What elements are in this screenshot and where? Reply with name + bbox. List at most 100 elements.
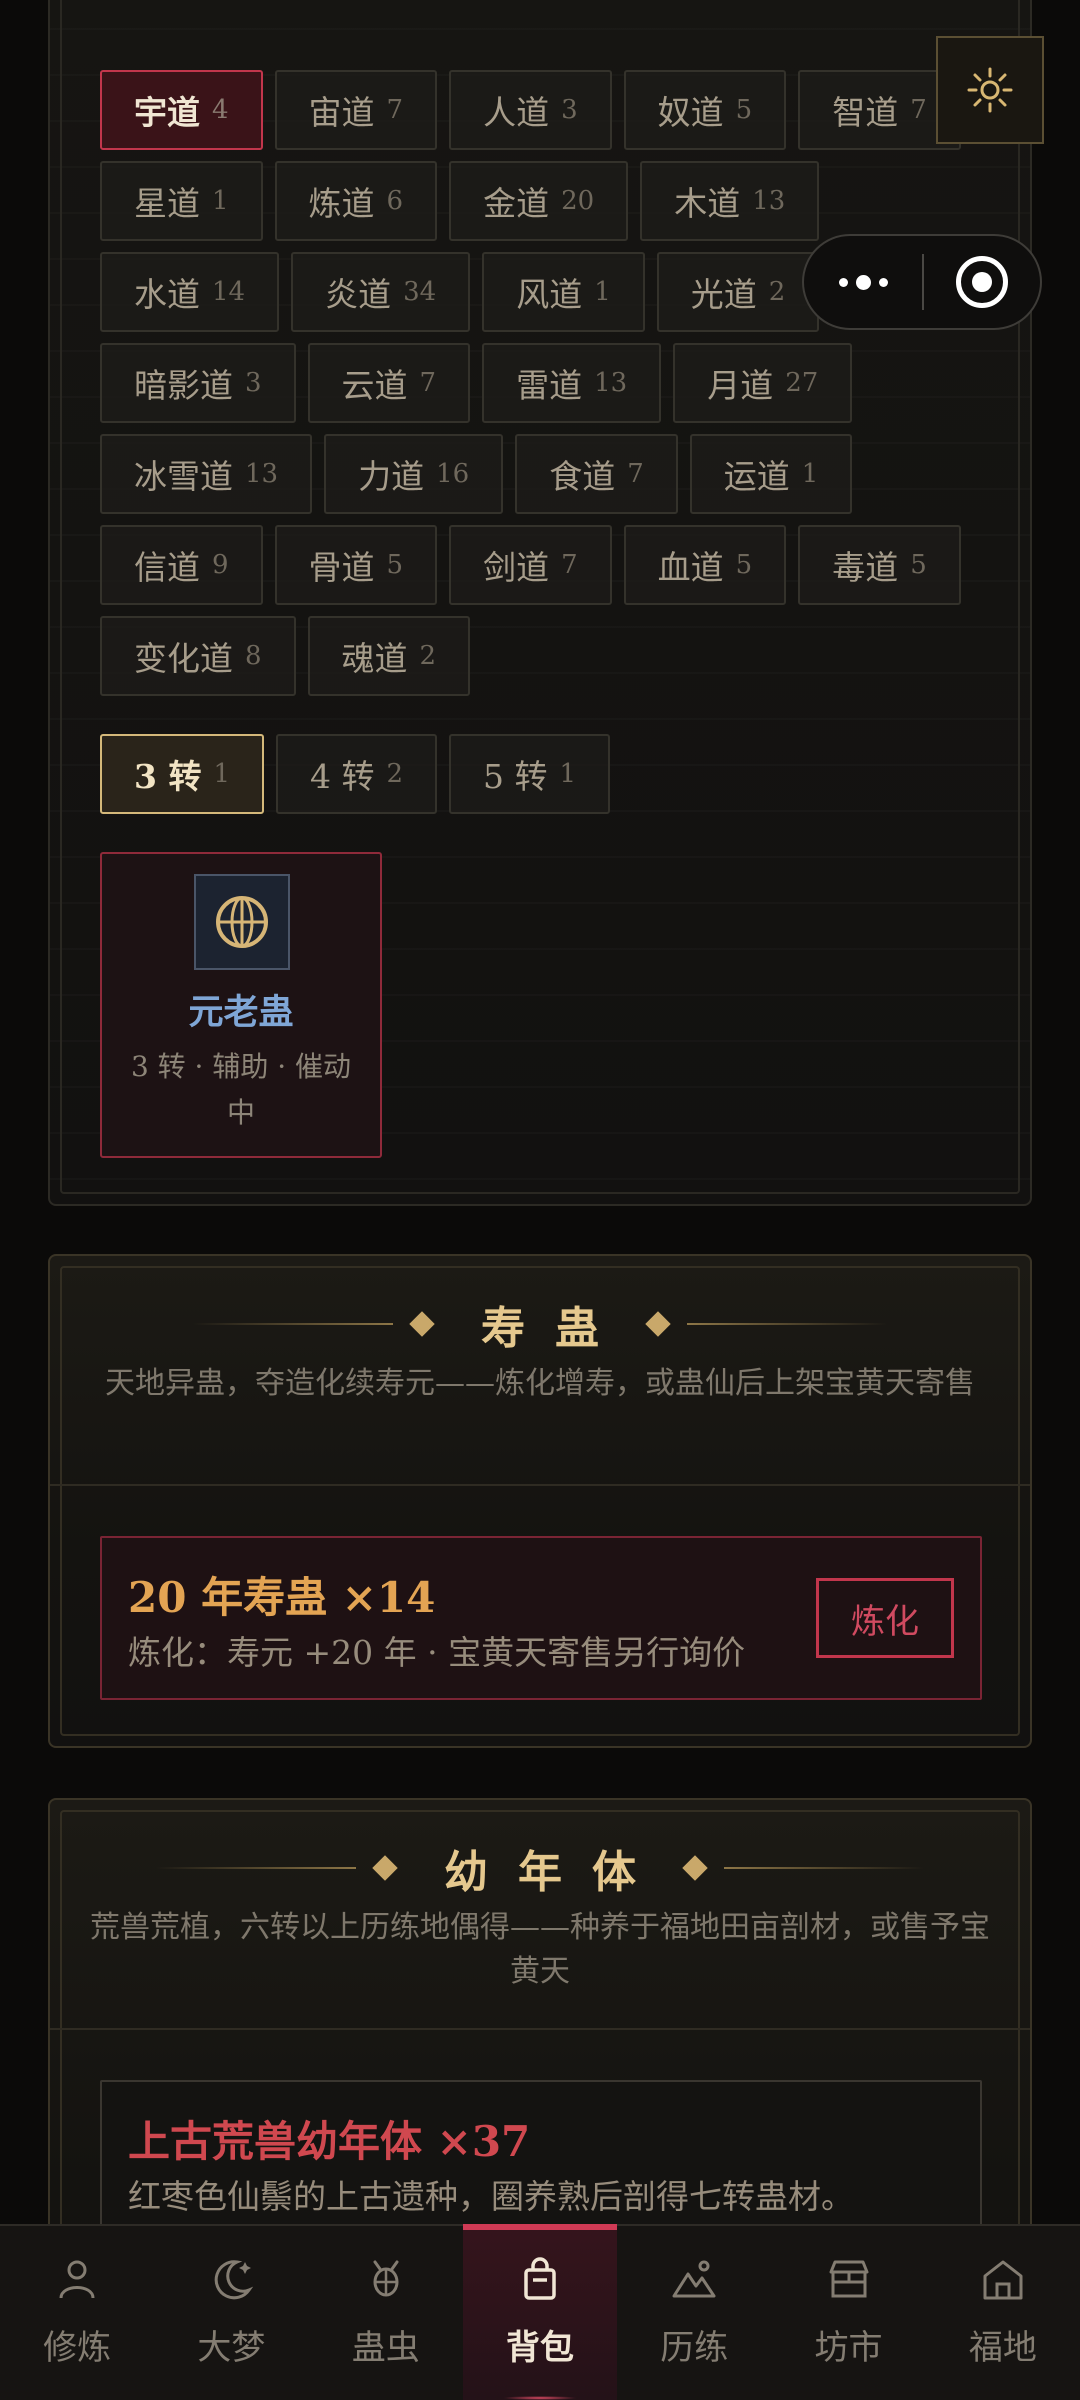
nav-tab-label: 大梦 bbox=[197, 2328, 266, 2368]
chip-label: 5 转 bbox=[483, 757, 548, 796]
coin-globe-icon bbox=[194, 874, 290, 970]
chip-count: 5 bbox=[735, 550, 753, 580]
dao-filter-chip[interactable]: 宙道 7 bbox=[274, 70, 438, 150]
dao-filter-chip[interactable]: 食道 7 bbox=[515, 434, 678, 514]
chip-label: 变化道 bbox=[134, 639, 233, 678]
dao-filter-chip[interactable]: 信道 9 bbox=[100, 525, 263, 605]
dao-filter-chip[interactable]: 冰雪道 13 bbox=[100, 434, 313, 514]
chip-count: 1 bbox=[559, 759, 577, 789]
section-title: 寿蛊 bbox=[481, 1303, 629, 1354]
more-button[interactable] bbox=[804, 236, 922, 328]
dao-filter-chip[interactable]: 宇道 4 bbox=[100, 70, 263, 150]
gu-card[interactable]: 元老蛊 3 转 · 辅助 · 催动中 bbox=[100, 852, 382, 1158]
chip-label: 星道 bbox=[134, 184, 200, 223]
chip-count: 7 bbox=[386, 95, 404, 125]
chip-count: 9 bbox=[212, 550, 229, 580]
dao-filter-chip[interactable]: 月道 27 bbox=[673, 343, 853, 423]
chip-label: 雷道 bbox=[516, 366, 583, 405]
dao-filter-chip[interactable]: 变化道 8 bbox=[100, 616, 296, 696]
chip-count: 7 bbox=[627, 459, 644, 489]
item-title: 上古荒兽幼年体 ×37 bbox=[128, 2117, 531, 2166]
dao-filter-row: 冰雪道 13 力道 16 食道 7 运道 1 bbox=[100, 434, 980, 514]
mountain-icon bbox=[672, 2260, 716, 2298]
nav-tab[interactable]: 坊市 bbox=[771, 2226, 925, 2400]
chip-label: 暗影道 bbox=[134, 366, 233, 405]
dao-filter-chip[interactable]: 血道 5 bbox=[623, 525, 787, 605]
dao-filter-chip[interactable]: 力道 16 bbox=[324, 434, 504, 514]
close-miniprogram-button[interactable] bbox=[924, 256, 1040, 308]
dao-filter-chip[interactable]: 木道 13 bbox=[640, 161, 820, 241]
zhuan-filter-chip[interactable]: 4 转 2 bbox=[276, 734, 438, 814]
dao-filter-chip[interactable]: 云道 7 bbox=[307, 343, 471, 423]
dao-filter-chip[interactable]: 炎道 34 bbox=[291, 252, 471, 332]
dao-filter-chip[interactable]: 星道 1 bbox=[100, 161, 263, 241]
bug-icon bbox=[373, 2260, 399, 2297]
dao-filter-row: 暗影道 3 云道 7 雷道 13 月道 27 bbox=[100, 343, 980, 423]
dao-filter-chip[interactable]: 雷道 13 bbox=[482, 343, 662, 423]
chip-count: 5 bbox=[910, 550, 927, 580]
settings-button[interactable] bbox=[936, 36, 1044, 144]
dao-filter-chip[interactable]: 水道 14 bbox=[100, 252, 280, 332]
dao-filter-chip[interactable]: 运道 1 bbox=[689, 434, 853, 514]
dao-filter-chip[interactable]: 剑道 7 bbox=[449, 525, 612, 605]
person-icon bbox=[59, 2260, 95, 2299]
dao-filter-chip[interactable]: 光道 2 bbox=[656, 252, 820, 332]
filter-panel: 宇道 4 宙道 7 人道 3 奴道 5 智道 7 星道 1 炼道 6 金道 20 木道 13 水道 14 炎道 34 风道 1… bbox=[48, 0, 1032, 1206]
chip-label: 木道 bbox=[674, 184, 741, 223]
chip-count: 7 bbox=[910, 95, 927, 125]
target-icon bbox=[956, 256, 1008, 308]
chip-count: 13 bbox=[752, 186, 786, 216]
chip-count: 27 bbox=[785, 368, 819, 398]
nav-tab[interactable]: 大梦 bbox=[154, 2226, 308, 2400]
dao-filter-chip[interactable]: 金道 20 bbox=[449, 161, 629, 241]
dao-filter-chip[interactable]: 人道 3 bbox=[449, 70, 612, 150]
section-desc: 荒兽荒植，六转以上历练地偶得——种养于福地田亩剖材，或售予宝黄天 bbox=[90, 1910, 990, 1989]
more-dots-icon bbox=[838, 277, 848, 287]
diamond-ornament-icon bbox=[372, 1855, 398, 1881]
zhuan-filter-chip[interactable]: 3 转 1 bbox=[100, 734, 264, 814]
nav-tab[interactable]: 福地 bbox=[926, 2226, 1080, 2400]
shou-gu-section: 寿蛊 天地异蛊，夺造化续寿元——炼化增寿，或蛊仙后上架宝黄天寄售 20 年寿蛊 … bbox=[48, 1254, 1032, 1748]
youth-body-item[interactable]: 上古荒兽幼年体 ×37 红枣色仙鬃的上古遗种，圈养熟后剖得七转蛊材。 bbox=[100, 2080, 982, 2244]
nav-tab-label: 坊市 bbox=[814, 2328, 883, 2368]
chip-label: 剑道 bbox=[483, 548, 550, 587]
chip-count: 13 bbox=[245, 459, 279, 489]
bag-icon bbox=[524, 2257, 556, 2300]
chip-label: 魂道 bbox=[341, 639, 408, 678]
chip-count: 13 bbox=[594, 368, 628, 398]
chip-count: 7 bbox=[561, 550, 578, 580]
chip-label: 水道 bbox=[134, 275, 200, 314]
dao-filter-chip[interactable]: 风道 1 bbox=[482, 252, 645, 332]
zhuan-filter-chip[interactable]: 5 转 1 bbox=[449, 734, 611, 814]
chip-count: 16 bbox=[436, 459, 470, 489]
section-title: 幼年体 bbox=[444, 1847, 666, 1898]
dao-filter-chip[interactable]: 毒道 5 bbox=[798, 525, 961, 605]
chip-label: 智道 bbox=[832, 93, 899, 132]
chip-count: 2 bbox=[386, 759, 404, 789]
dao-filter-row: 星道 1 炼道 6 金道 20 木道 13 bbox=[100, 161, 980, 241]
chip-count: 1 bbox=[213, 759, 230, 789]
nav-tab-label: 福地 bbox=[968, 2328, 1037, 2368]
nav-tab-label: 修炼 bbox=[43, 2328, 112, 2368]
dao-filter-chip[interactable]: 骨道 5 bbox=[274, 525, 438, 605]
chip-label: 光道 bbox=[690, 275, 757, 314]
nav-tab[interactable]: 蛊虫 bbox=[309, 2226, 463, 2400]
dao-filter-row: 信道 9 骨道 5 剑道 7 血道 5 毒道 5 bbox=[100, 525, 980, 605]
dao-filter-chip[interactable]: 奴道 5 bbox=[623, 70, 787, 150]
refine-button[interactable]: 炼化 bbox=[816, 1578, 954, 1658]
chip-label: 风道 bbox=[516, 275, 583, 314]
chip-count: 20 bbox=[561, 186, 595, 216]
chip-label: 3 转 bbox=[134, 757, 202, 796]
dao-filter-chip[interactable]: 炼道 6 bbox=[274, 161, 438, 241]
chip-label: 血道 bbox=[657, 548, 724, 587]
chip-label: 金道 bbox=[483, 184, 550, 223]
dao-filter-chip[interactable]: 魂道 2 bbox=[307, 616, 471, 696]
nav-tab[interactable]: 背包 bbox=[462, 2224, 618, 2400]
item-subtitle: 炼化：寿元 +20 年 · 宝黄天寄售另行询价 bbox=[128, 1633, 746, 1672]
diamond-ornament-icon bbox=[409, 1311, 435, 1337]
dao-filter-chip[interactable]: 暗影道 3 bbox=[100, 343, 296, 423]
chip-count: 2 bbox=[768, 277, 786, 307]
chip-count: 14 bbox=[212, 277, 246, 307]
nav-tab[interactable]: 修炼 bbox=[0, 2226, 154, 2400]
nav-tab[interactable]: 历练 bbox=[617, 2226, 771, 2400]
